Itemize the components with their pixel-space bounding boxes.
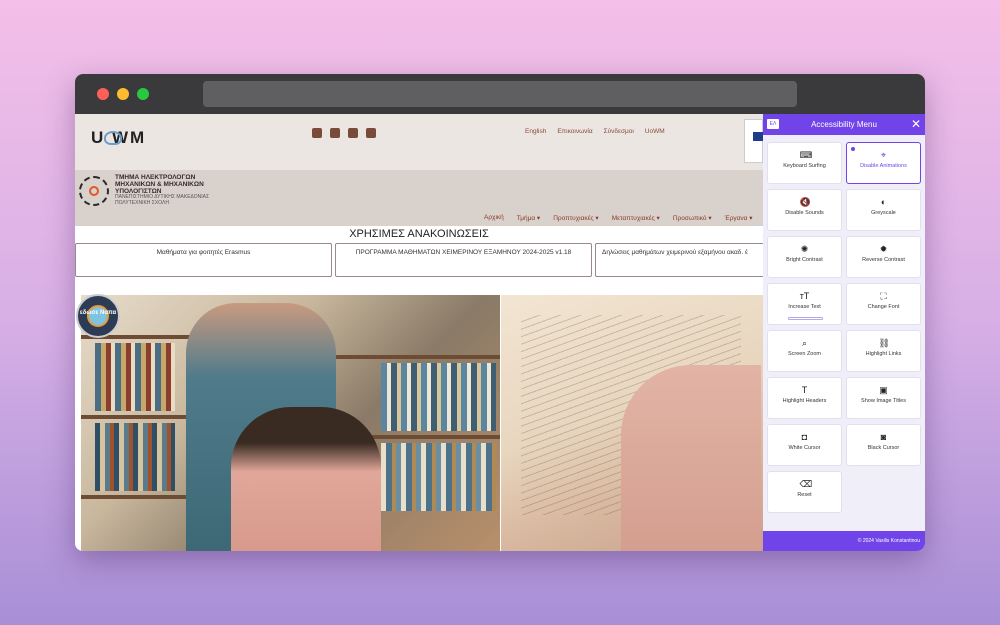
screen-zoom-button[interactable]: ⌕ Screen Zoom (767, 330, 842, 372)
nav-department[interactable]: Τμήμα ▾ (517, 214, 540, 222)
tile-label: Reset (797, 492, 812, 498)
tile-label: Greyscale (871, 210, 896, 216)
hero-image-students (81, 295, 500, 551)
font-frame-icon: ⛶ (880, 291, 887, 301)
announcement-card[interactable]: ΠΡΟΓΡΑΜΜΑ ΜΑΘΗΜΑΤΩΝ ΧΕΙΜΕΡΙΝΟΥ ΕΞΑΜΗΝΟΥ … (335, 243, 592, 277)
main-navigation: Αρχική Τμήμα ▾ Προπτυχιακές ▾ Μεταπτυχια… (484, 214, 753, 222)
reset-icon: ⌫ (799, 479, 813, 489)
highlight-links-button[interactable]: ⛓ Highlight Links (846, 330, 921, 372)
top-link-links[interactable]: Σύνδεσμοι (604, 128, 634, 135)
tile-label: Keyboard Surfing (783, 163, 826, 169)
department-banner: ΤΜΗΜΑ ΗΛΕΚΤΡΟΛΟΓΩΝ ΜΗΧΑΝΙΚΩΝ & ΜΗΧΑΝΙΚΩΝ… (75, 170, 763, 226)
page-viewport: U WM English Επικοινωνία Σύνδεσμοι UoWM … (75, 114, 925, 551)
department-name: ΤΜΗΜΑ ΗΛΕΚΤΡΟΛΟΓΩΝ ΜΗΧΑΝΙΚΩΝ & ΜΗΧΑΝΙΚΩΝ… (115, 174, 204, 195)
tile-label: Screen Zoom (787, 351, 821, 357)
site-header: U WM English Επικοινωνία Σύνδεσμοι UoWM (75, 114, 764, 170)
header-icon: T (801, 385, 808, 395)
mouse-white-icon: ◘ (801, 432, 808, 442)
accessibility-body: ⌨ Keyboard Surfing ⌖ Disable Animations 🔇 Dis… (763, 135, 925, 531)
department-logo-icon[interactable] (79, 176, 109, 206)
accessibility-title: Accessibility Menu (811, 120, 877, 129)
disable-sounds-button[interactable]: 🔇 Disable Sounds (767, 189, 842, 231)
accessibility-footer: © 2024 Vasilis Konstantinou (857, 538, 920, 544)
text-size-level-bar (788, 317, 823, 320)
highlight-headers-button[interactable]: T Highlight Headers (767, 377, 842, 419)
hero-slider[interactable] (75, 295, 763, 551)
zoom-icon: ⌕ (801, 338, 808, 348)
tile-label: Black Cursor (867, 445, 900, 451)
announcement-card[interactable]: Μαθήματα για φοιτητές Erasmus (75, 243, 332, 277)
tile-label: Disable Sounds (785, 210, 824, 216)
keyboard-surfing-button[interactable]: ⌨ Keyboard Surfing (767, 142, 842, 184)
announcements-row: Μαθήματα για φοιτητές Erasmus ΠΡΟΓΡΑΜΜΑ … (75, 243, 852, 277)
mouse-black-icon: ◙ (880, 432, 887, 442)
white-cursor-button[interactable]: ◘ White Cursor (767, 424, 842, 466)
tile-label: Increase Text (788, 304, 821, 310)
cursor-slash-icon: ⌖ (880, 150, 887, 160)
reset-button[interactable]: ⌫ Reset (767, 471, 842, 513)
sun-icon: ✺ (800, 244, 809, 254)
nav-postgraduate[interactable]: Μεταπτυχιακές ▾ (612, 214, 660, 222)
maximize-window-button[interactable] (137, 88, 149, 100)
nav-projects[interactable]: Έργανα ▾ (725, 214, 753, 222)
accessibility-options-grid: ⌨ Keyboard Surfing ⌖ Disable Animations 🔇 Dis… (767, 142, 921, 513)
top-links: English Επικοινωνία Σύνδεσμοι UoWM (525, 128, 665, 135)
logo-bird-icon (104, 131, 122, 145)
mute-icon: 🔇 (799, 197, 811, 207)
greyscale-button[interactable]: ◐ Greyscale (846, 189, 921, 231)
rss-icon[interactable] (312, 128, 322, 138)
twitter-icon[interactable] (348, 128, 358, 138)
anniversary-badge[interactable]: εδώσε Ναπα (76, 294, 120, 338)
top-link-english[interactable]: English (525, 128, 546, 135)
close-window-button[interactable] (97, 88, 109, 100)
tile-label: Reverse Contrast (862, 257, 905, 263)
active-indicator-icon (851, 147, 855, 151)
link-icon: ⛓ (878, 338, 890, 348)
social-links (312, 128, 376, 138)
address-bar[interactable] (203, 81, 797, 107)
tile-label: White Cursor (788, 445, 821, 451)
tile-label: Bright Contrast (786, 257, 823, 263)
keyboard-icon: ⌨ (799, 150, 813, 160)
text-size-icon: ᴛT (799, 291, 810, 301)
increase-text-button[interactable]: ᴛT Increase Text (767, 283, 842, 325)
youtube-icon[interactable] (366, 128, 376, 138)
black-cursor-button[interactable]: ◙ Black Cursor (846, 424, 921, 466)
browser-window: U WM English Επικοινωνία Σύνδεσμοι UoWM … (75, 74, 925, 551)
accessibility-header: ΕΛ Accessibility Menu ✕ (763, 114, 925, 135)
hero-image-book (501, 295, 763, 551)
nav-staff[interactable]: Προσωπικό ▾ (673, 214, 712, 222)
reverse-contrast-button[interactable]: ✹ Reverse Contrast (846, 236, 921, 278)
department-subtitle: ΠΑΝΕΠΙΣΤΗΜΙΟ ΔΥΤΙΚΗΣ ΜΑΚΕΔΟΝΙΑΣ ΠΟΛΥΤΕΧΝ… (115, 194, 210, 206)
disable-animations-button[interactable]: ⌖ Disable Animations (846, 142, 921, 184)
nav-undergraduate[interactable]: Προπτυχιακές ▾ (553, 214, 598, 222)
tile-label: Change Font (867, 304, 900, 310)
browser-titlebar (75, 74, 925, 114)
top-link-uowm[interactable]: UoWM (645, 128, 665, 135)
bright-contrast-button[interactable]: ✺ Bright Contrast (767, 236, 842, 278)
tile-label: Show Image Titles (861, 398, 906, 404)
tile-label: Disable Animations (860, 163, 907, 169)
nav-home[interactable]: Αρχική (484, 214, 504, 222)
facebook-icon[interactable] (330, 128, 340, 138)
show-image-titles-button[interactable]: ▣ Show Image Titles (846, 377, 921, 419)
image-icon: ▣ (879, 385, 888, 395)
eu-flag-logo (744, 119, 764, 163)
change-font-button[interactable]: ⛶ Change Font (846, 283, 921, 325)
minimize-window-button[interactable] (117, 88, 129, 100)
student-figure (231, 407, 381, 551)
tile-label: Highlight Headers (782, 398, 827, 404)
accessibility-panel: ΕΛ Accessibility Menu ✕ ⌨ Keyboard Surfin… (763, 114, 925, 551)
sun-filled-icon: ✹ (879, 244, 888, 254)
contrast-half-icon: ◐ (880, 197, 887, 207)
top-link-contact[interactable]: Επικοινωνία (557, 128, 592, 135)
tile-label: Highlight Links (865, 351, 902, 357)
announcements-title: ΧΡΗΣΙΜΕΣ ΑΝΑΚΟΙΝΩΣΕΙΣ (349, 228, 489, 240)
close-icon[interactable]: ✕ (911, 118, 921, 130)
